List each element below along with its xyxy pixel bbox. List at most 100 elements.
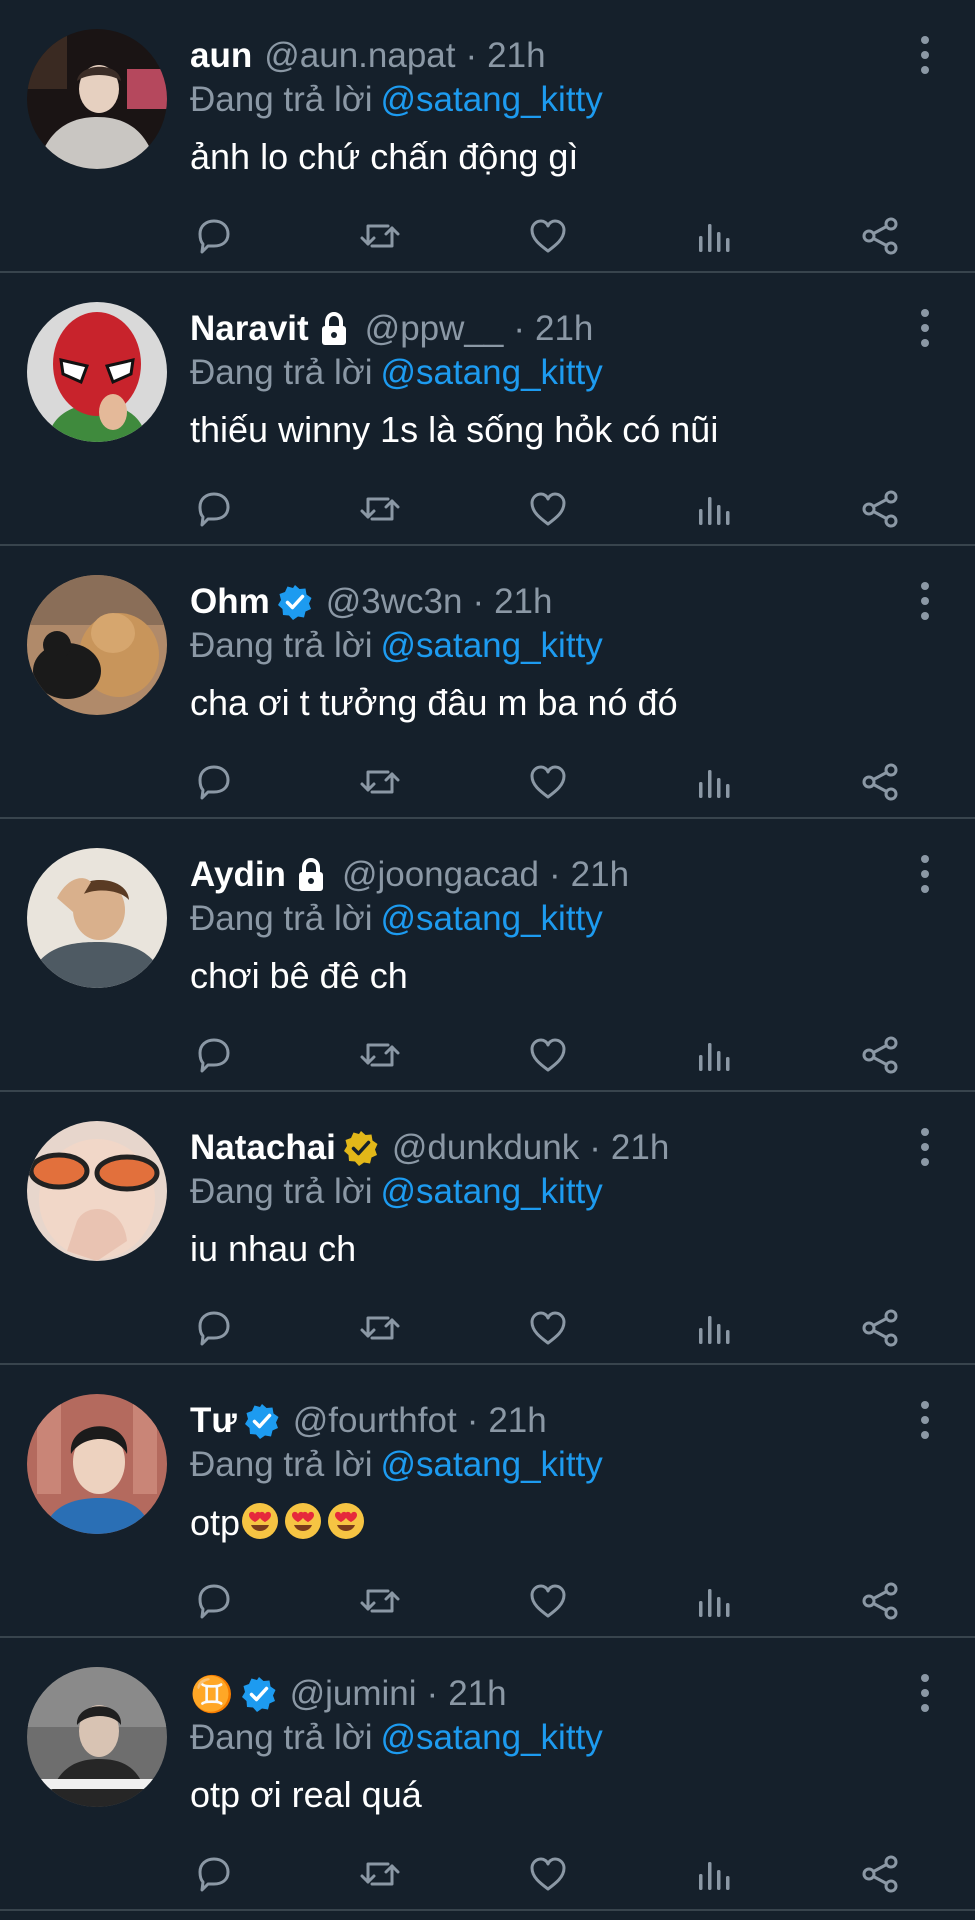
reply-tweet-2[interactable]: Naravit @ppw__ · 21h Đang trả lời @satang… bbox=[0, 273, 975, 546]
mention-link[interactable]: @satang_kitty bbox=[380, 1172, 602, 1211]
more-options-icon[interactable] bbox=[917, 1127, 933, 1167]
views-icon[interactable] bbox=[692, 1033, 736, 1077]
timestamp[interactable]: 21h bbox=[611, 1128, 669, 1168]
reply-icon[interactable] bbox=[192, 1306, 236, 1350]
views-icon[interactable] bbox=[692, 760, 736, 804]
retweet-icon[interactable] bbox=[358, 1579, 402, 1623]
reply-tweet-5[interactable]: Natachai @dunkdunk · 21h Đang trả lời @sa… bbox=[0, 1092, 975, 1365]
user-handle[interactable]: @aun.napat bbox=[264, 36, 455, 76]
share-icon[interactable] bbox=[858, 1033, 902, 1077]
display-name[interactable]: Tư bbox=[190, 1401, 237, 1441]
retweet-icon[interactable] bbox=[358, 760, 402, 804]
reply-feed: aun @aun.napat · 21h Đang trả lời @satang… bbox=[0, 0, 975, 1920]
share-icon[interactable] bbox=[858, 1852, 902, 1896]
like-icon[interactable] bbox=[526, 760, 570, 804]
mention-link[interactable]: @satang_kitty bbox=[380, 1718, 602, 1757]
replying-prefix: Đang trả lời bbox=[190, 1445, 373, 1484]
more-options-icon[interactable] bbox=[917, 581, 933, 621]
retweet-icon[interactable] bbox=[358, 487, 402, 531]
share-icon[interactable] bbox=[858, 1306, 902, 1350]
reply-icon[interactable] bbox=[192, 760, 236, 804]
views-icon[interactable] bbox=[692, 1852, 736, 1896]
share-icon[interactable] bbox=[858, 760, 902, 804]
avatar[interactable] bbox=[27, 1667, 167, 1807]
user-handle[interactable]: @dunkdunk bbox=[392, 1128, 579, 1168]
like-icon[interactable] bbox=[526, 1306, 570, 1350]
more-options-icon[interactable] bbox=[917, 35, 933, 75]
reply-icon[interactable] bbox=[192, 1852, 236, 1896]
mention-link[interactable]: @satang_kitty bbox=[380, 80, 602, 119]
user-handle[interactable]: @3wc3n bbox=[326, 582, 463, 622]
reply-tweet-1[interactable]: aun @aun.napat · 21h Đang trả lời @satang… bbox=[0, 0, 975, 273]
share-icon[interactable] bbox=[858, 214, 902, 258]
tweet-text: otp ơi real quá bbox=[190, 1774, 422, 1816]
timestamp[interactable]: 21h bbox=[487, 36, 545, 76]
tweet-header: Aydin @joongacad · 21h bbox=[190, 850, 905, 900]
reply-tweet-3[interactable]: Ohm @3wc3n · 21h Đang trả lời @satang_kit… bbox=[0, 546, 975, 819]
more-options-icon[interactable] bbox=[917, 1400, 933, 1440]
mention-link[interactable]: @satang_kitty bbox=[380, 626, 602, 665]
retweet-icon[interactable] bbox=[358, 1033, 402, 1077]
user-handle[interactable]: @fourthfot bbox=[293, 1401, 457, 1441]
replying-prefix: Đang trả lời bbox=[190, 1172, 373, 1211]
like-icon[interactable] bbox=[526, 487, 570, 531]
reply-icon[interactable] bbox=[192, 487, 236, 531]
reply-icon[interactable] bbox=[192, 1579, 236, 1623]
display-name[interactable]: Natachai bbox=[190, 1128, 336, 1168]
verified-blue-icon bbox=[276, 583, 314, 621]
avatar[interactable] bbox=[27, 29, 167, 169]
retweet-icon[interactable] bbox=[358, 1852, 402, 1896]
display-name[interactable]: Naravit bbox=[190, 309, 309, 349]
replying-to-line: Đang trả lời @satang_kitty bbox=[190, 626, 603, 666]
mention-link[interactable]: @satang_kitty bbox=[380, 353, 602, 392]
display-name[interactable]: Aydin bbox=[190, 855, 286, 895]
replying-to-line: Đang trả lời @satang_kitty bbox=[190, 353, 603, 393]
timestamp[interactable]: 21h bbox=[494, 582, 552, 622]
more-options-icon[interactable] bbox=[917, 1673, 933, 1713]
like-icon[interactable] bbox=[526, 214, 570, 258]
display-name[interactable]: ♊ bbox=[190, 1674, 234, 1715]
mention-link[interactable]: @satang_kitty bbox=[380, 899, 602, 938]
avatar[interactable] bbox=[27, 575, 167, 715]
display-name[interactable]: aun bbox=[190, 36, 252, 76]
avatar[interactable] bbox=[27, 1121, 167, 1261]
share-icon[interactable] bbox=[858, 487, 902, 531]
avatar[interactable] bbox=[27, 1394, 167, 1534]
reply-tweet-7[interactable]: ♊ @jumini · 21h Đang trả lời @satang_kitt… bbox=[0, 1638, 975, 1911]
retweet-icon[interactable] bbox=[358, 214, 402, 258]
timestamp[interactable]: 21h bbox=[535, 309, 593, 349]
user-handle[interactable]: @ppw__ bbox=[365, 309, 504, 349]
views-icon[interactable] bbox=[692, 487, 736, 531]
mention-link[interactable]: @satang_kitty bbox=[380, 1445, 602, 1484]
timestamp[interactable]: 21h bbox=[571, 855, 629, 895]
display-name[interactable]: Ohm bbox=[190, 582, 270, 622]
reply-icon[interactable] bbox=[192, 1033, 236, 1077]
verified-gold-icon bbox=[342, 1129, 380, 1167]
more-options-icon[interactable] bbox=[917, 308, 933, 348]
avatar[interactable] bbox=[27, 848, 167, 988]
avatar[interactable] bbox=[27, 302, 167, 442]
lock-icon bbox=[315, 310, 353, 348]
views-icon[interactable] bbox=[692, 1306, 736, 1350]
like-icon[interactable] bbox=[526, 1852, 570, 1896]
reply-icon[interactable] bbox=[192, 214, 236, 258]
tweet-text-content: otp bbox=[190, 1502, 241, 1543]
like-icon[interactable] bbox=[526, 1579, 570, 1623]
action-bar bbox=[190, 1033, 920, 1081]
reply-tweet-6[interactable]: Tư @fourthfot · 21h Đang trả lời @satang_… bbox=[0, 1365, 975, 1638]
more-options-icon[interactable] bbox=[917, 854, 933, 894]
share-icon[interactable] bbox=[858, 1579, 902, 1623]
tweet-text: iu nhau ch bbox=[190, 1228, 356, 1270]
replying-to-line: Đang trả lời @satang_kitty bbox=[190, 1445, 603, 1485]
replying-prefix: Đang trả lời bbox=[190, 1718, 373, 1757]
reply-tweet-4[interactable]: Aydin @joongacad · 21h Đang trả lời @sata… bbox=[0, 819, 975, 1092]
retweet-icon[interactable] bbox=[358, 1306, 402, 1350]
heart-eyes-emoji bbox=[240, 1501, 280, 1541]
like-icon[interactable] bbox=[526, 1033, 570, 1077]
timestamp[interactable]: 21h bbox=[448, 1674, 506, 1714]
views-icon[interactable] bbox=[692, 214, 736, 258]
user-handle[interactable]: @jumini bbox=[290, 1674, 417, 1714]
user-handle[interactable]: @joongacad bbox=[342, 855, 539, 895]
timestamp[interactable]: 21h bbox=[488, 1401, 546, 1441]
views-icon[interactable] bbox=[692, 1579, 736, 1623]
